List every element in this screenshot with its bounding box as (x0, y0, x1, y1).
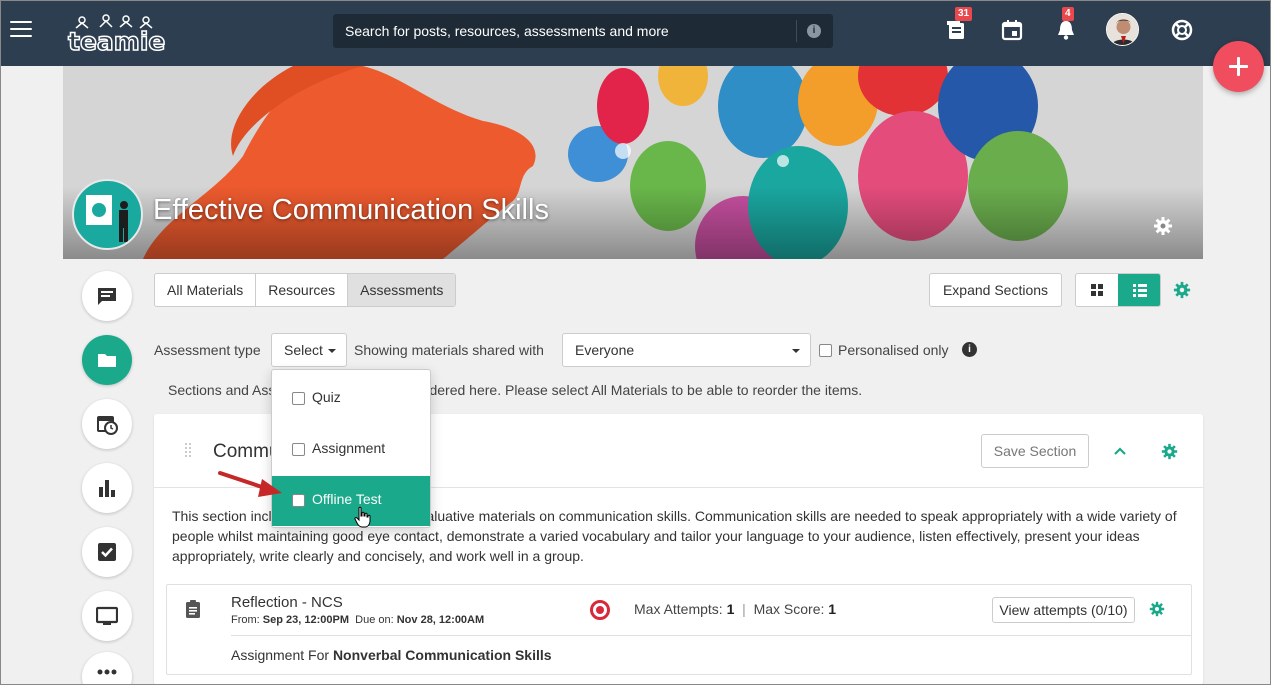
select-label: Select (284, 342, 323, 358)
chevron-up-icon[interactable] (1112, 443, 1128, 459)
materials-filter-tabs: All Materials Resources Assessments (154, 273, 457, 307)
assessment-type-select[interactable]: Select (271, 333, 347, 367)
assessment-type-dropdown: Quiz Assignment Offline Test (271, 369, 431, 528)
search-placeholder: Search for posts, resources, assessments… (345, 23, 669, 39)
search-info-icon[interactable]: i (807, 24, 821, 38)
hand-cursor-icon (354, 506, 371, 528)
clipboard-icon (186, 600, 200, 618)
menu-icon[interactable] (10, 21, 32, 39)
status-record-icon (590, 600, 610, 620)
more-dots-icon (97, 669, 117, 675)
shared-with-select[interactable]: Everyone (562, 333, 811, 367)
personalised-label: Personalised only (838, 342, 949, 358)
calendar-clock-icon (97, 416, 118, 435)
help-lifebuoy-icon[interactable] (1171, 19, 1193, 41)
dropdown-option-offline-test[interactable]: Offline Test (272, 476, 430, 526)
course-title: Effective Communication Skills (153, 194, 549, 226)
item-assignment-for: Assignment For Nonverbal Communication S… (231, 647, 552, 663)
chat-icon (98, 288, 116, 305)
section-title: Commu (213, 441, 280, 462)
save-section-button[interactable]: Save Section (981, 434, 1089, 468)
item-divider (231, 635, 1191, 636)
quiz-checkbox[interactable] (292, 392, 305, 405)
sidebar-posts-button[interactable] (82, 271, 132, 321)
caret-down-icon (328, 349, 336, 353)
sidebar-materials-button[interactable] (82, 335, 132, 385)
notebook-badge: 31 (955, 7, 973, 21)
annotation-arrow-icon (218, 471, 282, 497)
shared-with-label: Showing materials shared with (354, 342, 544, 358)
search-input[interactable]: Search for posts, resources, assessments… (333, 14, 833, 48)
bar-chart-icon (99, 480, 115, 497)
teamie-logo[interactable]: teamie (67, 12, 166, 57)
item-title[interactable]: Reflection - NCS (231, 594, 343, 611)
bell-icon[interactable]: 4 (1055, 7, 1077, 41)
list-icon (1133, 284, 1147, 297)
tab-all-materials[interactable]: All Materials (155, 274, 257, 306)
option-label: Quiz (312, 389, 341, 405)
calendar-icon[interactable] (1001, 19, 1023, 41)
offline-test-checkbox[interactable] (292, 494, 305, 507)
folder-icon (98, 354, 116, 367)
view-attempts-button[interactable]: View attempts (0/10) (992, 597, 1135, 623)
sidebar-analytics-button[interactable] (82, 463, 132, 513)
tab-assessments[interactable]: Assessments (348, 274, 456, 306)
monitor-icon (96, 606, 118, 625)
sidebar-tasks-button[interactable] (82, 527, 132, 577)
sidebar-schedule-button[interactable] (82, 399, 132, 449)
tab-resources[interactable]: Resources (256, 274, 349, 306)
assessment-item[interactable]: Reflection - NCS From: Sep 23, 12:00PM D… (166, 584, 1192, 675)
notebook-icon[interactable]: 31 (946, 7, 973, 41)
assignment-checkbox[interactable] (292, 443, 305, 456)
expand-sections-button[interactable]: Expand Sections (929, 273, 1062, 307)
sidebar-screen-button[interactable] (82, 591, 132, 641)
course-banner (63, 66, 1203, 259)
grid-icon (1091, 284, 1103, 296)
search-divider (796, 20, 797, 42)
add-fab-button[interactable] (1213, 41, 1264, 92)
notifications-badge: 4 (1062, 7, 1074, 21)
dropdown-option-assignment[interactable]: Assignment (272, 425, 430, 475)
materials-settings-gear-icon[interactable] (1173, 281, 1191, 299)
logo-text: teamie (67, 26, 166, 57)
view-toggle (1075, 273, 1161, 307)
drag-handle-icon[interactable] (184, 442, 192, 460)
sidebar-more-button[interactable] (82, 652, 132, 685)
item-settings-gear-icon[interactable] (1149, 601, 1165, 617)
section-settings-gear-icon[interactable] (1161, 443, 1178, 460)
checkbox-icon (98, 543, 116, 561)
assessment-type-label: Assessment type (154, 342, 261, 358)
shared-with-value: Everyone (575, 342, 635, 358)
item-dates: From: Sep 23, 12:00PM Due on: Nov 28, 12… (231, 614, 485, 626)
grid-view-button[interactable] (1076, 274, 1118, 306)
option-label: Offline Test (312, 491, 382, 507)
personalised-checkbox[interactable] (819, 344, 832, 357)
list-view-button[interactable] (1118, 274, 1160, 306)
caret-down-icon (792, 349, 800, 353)
item-meta: Max Attempts: 1 | Max Score: 1 (634, 601, 837, 617)
top-navbar: teamie Search for posts, resources, asse… (0, 0, 1271, 66)
option-label: Assignment (312, 440, 386, 456)
info-icon[interactable]: i (962, 342, 977, 357)
banner-artwork (63, 66, 1203, 259)
dropdown-option-quiz[interactable]: Quiz (272, 374, 430, 424)
course-avatar (72, 179, 143, 250)
user-avatar[interactable] (1106, 13, 1139, 46)
banner-settings-gear-icon[interactable] (1153, 216, 1173, 236)
